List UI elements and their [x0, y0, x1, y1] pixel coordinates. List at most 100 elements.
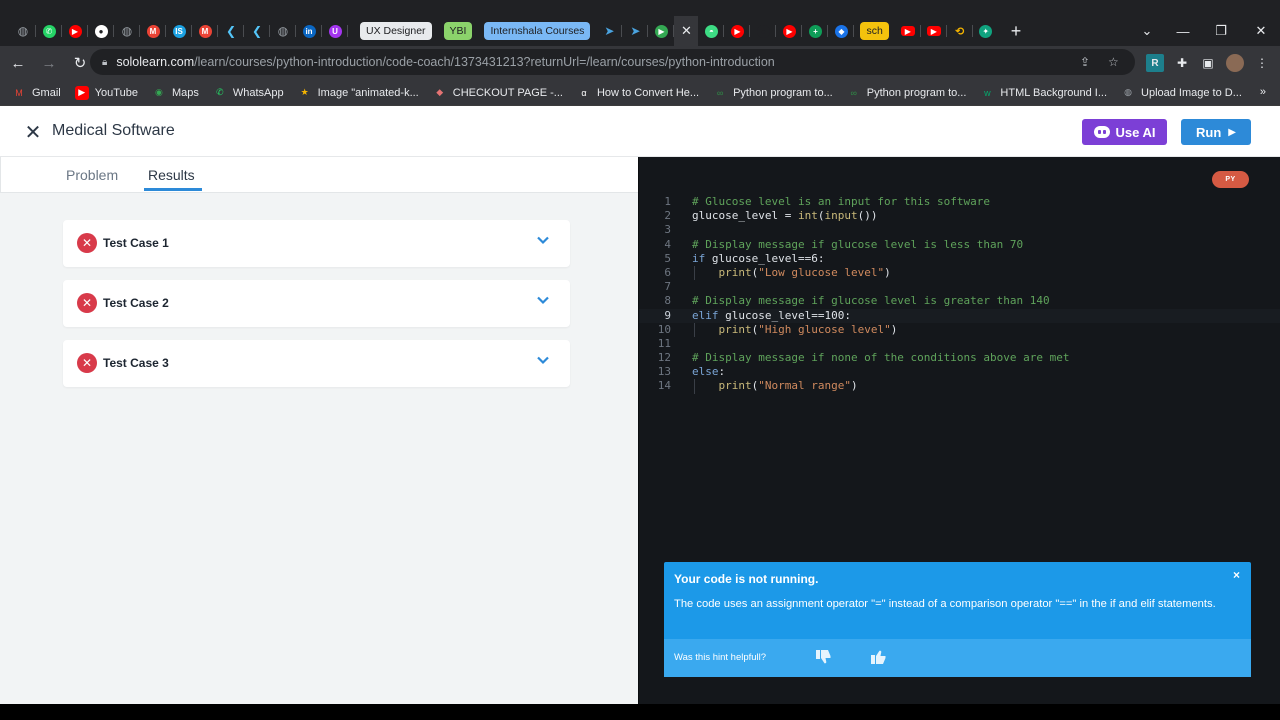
- browser-tab[interactable]: M: [140, 16, 166, 46]
- tab-search-button[interactable]: ⌄: [1128, 16, 1166, 46]
- forward-button[interactable]: →: [36, 55, 62, 72]
- bookmark-item[interactable]: α How to Convert He...: [577, 86, 699, 100]
- restore-button[interactable]: ❐: [1202, 16, 1240, 46]
- star-icon: ★: [300, 87, 309, 97]
- test-case-card[interactable]: ✕ Test Case 2: [63, 280, 570, 327]
- test-case-card[interactable]: ✕ Test Case 1: [63, 220, 570, 267]
- language-badge: PY: [1212, 171, 1249, 188]
- thumbs-up-icon[interactable]: [870, 649, 888, 665]
- new-tab-button[interactable]: +: [1011, 21, 1022, 42]
- browser-tab[interactable]: ▶: [776, 16, 803, 46]
- code-line: 9 elif glucose_level==100:: [639, 308, 1280, 323]
- close-lesson-button[interactable]: ✕: [22, 120, 44, 145]
- extensions-puzzle-icon[interactable]: ✚: [1173, 54, 1191, 72]
- bookmark-label: WhatsApp: [232, 86, 284, 99]
- close-window-button[interactable]: ✕: [1242, 16, 1280, 46]
- code-token: else: [692, 365, 719, 379]
- taskbar-strip: [0, 704, 1280, 720]
- browser-tab[interactable]: ●: [88, 16, 114, 46]
- bookmark-item[interactable]: ◉ Maps: [152, 86, 199, 100]
- browser-tab[interactable]: ✕: [674, 16, 699, 46]
- line-number: 7: [664, 280, 671, 294]
- tab-chatgpt[interactable]: ✦: [973, 16, 999, 46]
- tab-group-chip[interactable]: UX Designer: [360, 22, 432, 40]
- browser-tab[interactable]: ◍: [270, 16, 296, 46]
- hint-close-button[interactable]: ×: [1233, 568, 1240, 582]
- test-case-label: Test Case 1: [103, 236, 169, 250]
- bookmark-item[interactable]: ★ Image "animated-k...: [298, 86, 419, 100]
- chatgpt-icon: ✦: [979, 24, 993, 38]
- browser-menu-icon[interactable]: ⋮: [1253, 54, 1271, 72]
- browser-tab[interactable]: ▶: [724, 16, 751, 46]
- chevron-down-icon[interactable]: [536, 353, 550, 367]
- browser-tab[interactable]: ➤: [596, 16, 623, 46]
- browser-tab[interactable]: ❮: [218, 16, 244, 46]
- bookmark-star-icon[interactable]: ☆: [1108, 49, 1119, 75]
- browser-tab[interactable]: ▶: [648, 16, 675, 46]
- tab-youtube[interactable]: ▶: [921, 16, 947, 46]
- chevron-down-icon[interactable]: [536, 233, 550, 247]
- browser-tab[interactable]: ◍: [10, 16, 36, 46]
- bookmark-item[interactable]: M Gmail: [12, 86, 60, 100]
- browser-tab[interactable]: ◓: [698, 16, 725, 46]
- tab-results[interactable]: Results: [148, 167, 195, 183]
- bookmark-item[interactable]: ▶ YouTube: [74, 85, 138, 100]
- failed-x-icon: ✕: [77, 233, 97, 253]
- browser-tab[interactable]: U: [322, 16, 348, 46]
- send-icon: ➤: [604, 24, 615, 38]
- browser-tab[interactable]: ❮: [244, 16, 270, 46]
- share-icon[interactable]: ⇪: [1080, 49, 1090, 75]
- code-token: glucose_level: [692, 209, 785, 223]
- chevron-down-icon[interactable]: [536, 293, 550, 307]
- code-editor[interactable]: PY 1 # Glucose level is an input for this…: [638, 157, 1280, 704]
- browser-tab[interactable]: ◍: [114, 16, 140, 46]
- extension-r-icon[interactable]: R: [1146, 54, 1164, 72]
- browser-tab[interactable]: ✆: [36, 16, 62, 46]
- code-text: glucose_level = int(input()): [692, 209, 877, 223]
- tab-problem[interactable]: Problem: [66, 167, 118, 183]
- bookmark-item[interactable]: ∞ Python program to...: [713, 86, 833, 100]
- code-token: # Display message if glucose level is gr…: [692, 294, 1050, 308]
- address-bar[interactable]: 🔒︎ sololearn.com/learn/courses/python-in…: [90, 49, 1135, 75]
- code-token: ()): [857, 209, 878, 223]
- bookmark-item[interactable]: ◆ CHECKOUT PAGE -...: [433, 86, 563, 100]
- bookmark-label: Python program to...: [733, 86, 833, 99]
- run-button[interactable]: Run ▶: [1181, 119, 1251, 145]
- use-ai-button[interactable]: Use AI: [1082, 119, 1167, 145]
- avatar[interactable]: [1226, 54, 1244, 72]
- browser-tab[interactable]: M: [192, 16, 218, 46]
- bookmark-item[interactable]: ◍ Upload Image to D...: [1121, 86, 1242, 100]
- code-line: 5 if glucose_level==6:: [639, 252, 1280, 266]
- thumbs-down-icon[interactable]: [815, 649, 833, 665]
- github-icon: ●: [94, 24, 108, 38]
- hint-title: Your code is not running.: [674, 572, 819, 586]
- browser-tab[interactable]: ◆: [828, 16, 855, 46]
- youtube-icon: ▶: [782, 24, 796, 38]
- bookmarks-bar: M Gmail ▶ YouTube ◉ Maps ✆ WhatsApp ★ Image "anim…: [0, 80, 1280, 106]
- browser-tab[interactable]: IS: [166, 16, 192, 46]
- code-token: :: [718, 365, 726, 379]
- side-panel-icon[interactable]: ▣: [1199, 54, 1217, 72]
- tab-sch[interactable]: sch: [860, 22, 889, 40]
- bookmark-item[interactable]: w HTML Background I...: [980, 86, 1107, 100]
- bookmarks-overflow-button[interactable]: »: [1260, 86, 1266, 98]
- browser-tab[interactable]: ➤: [622, 16, 649, 46]
- minimize-button[interactable]: —: [1164, 16, 1202, 46]
- bookmark-item[interactable]: ∞ Python program to...: [847, 86, 967, 100]
- browser-tab[interactable]: +: [802, 16, 829, 46]
- bookmark-item[interactable]: ✆ WhatsApp: [213, 86, 284, 100]
- back-button[interactable]: ←: [5, 55, 31, 72]
- line-number: 4: [664, 237, 671, 251]
- browser-tab[interactable]: in: [296, 16, 322, 46]
- code-text: # Display message if glucose level is le…: [692, 238, 1023, 252]
- code-area[interactable]: 1 # Glucose level is an input for this so…: [639, 195, 1280, 394]
- tab-reload-app[interactable]: ⟲: [947, 16, 973, 46]
- browser-tab[interactable]: ▶: [62, 16, 88, 46]
- tab-group-chip[interactable]: Internshala Courses: [484, 22, 591, 40]
- tab-group-chip[interactable]: YBI: [443, 22, 473, 40]
- bookmark-label: CHECKOUT PAGE -...: [452, 86, 563, 99]
- test-case-card[interactable]: ✕ Test Case 3: [63, 340, 570, 387]
- tab-youtube[interactable]: ▶: [895, 16, 921, 46]
- browser-tab[interactable]: ●: [750, 16, 777, 46]
- line-number: 1: [664, 195, 671, 208]
